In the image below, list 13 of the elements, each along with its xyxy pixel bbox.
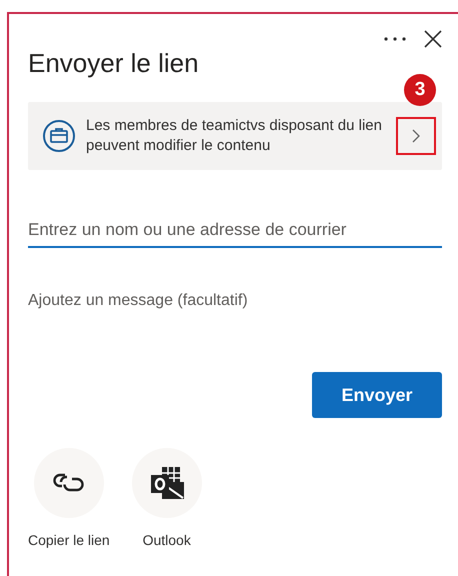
briefcase-icon xyxy=(42,119,76,153)
more-icon[interactable] xyxy=(384,37,406,41)
dialog-title: Envoyer le lien xyxy=(28,48,200,78)
outlook-icon xyxy=(148,465,185,501)
permission-banner[interactable]: Les membres de teamictvs disposant du lien peuvent modifier le contenu xyxy=(28,102,442,170)
share-option-label: Outlook xyxy=(142,532,191,548)
step-badge: 3 xyxy=(404,74,436,106)
permission-text: Les membres de teamictvs disposant du lien peuvent modifier le contenu xyxy=(86,116,383,156)
close-icon[interactable] xyxy=(424,30,442,48)
chevron-icon xyxy=(412,129,420,143)
chevron-button[interactable] xyxy=(396,117,436,155)
share-option-label: Copier le lien xyxy=(28,532,110,548)
send-button[interactable]: Envoyer xyxy=(312,372,442,418)
